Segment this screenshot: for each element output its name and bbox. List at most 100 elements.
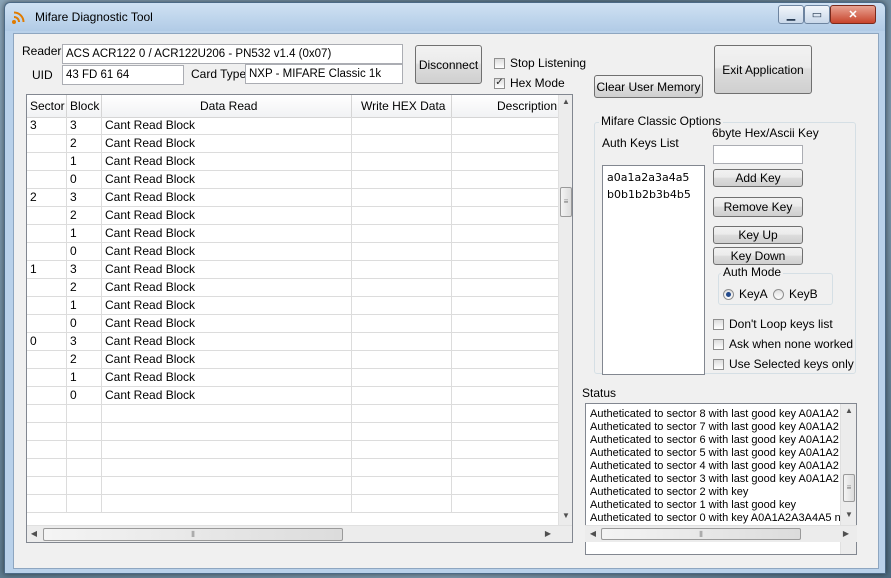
cell-sector[interactable]: 3 <box>27 117 67 135</box>
cell-write-hex[interactable] <box>352 369 452 387</box>
table-row[interactable]: 1 3 Cant Read Block <box>27 261 559 279</box>
cell-data-read[interactable]: Cant Read Block <box>102 243 352 261</box>
cell-sector[interactable] <box>27 387 67 405</box>
key-up-button[interactable]: Key Up <box>713 226 803 244</box>
cell-data-read[interactable]: Cant Read Block <box>102 297 352 315</box>
table-row[interactable]: 0 Cant Read Block <box>27 243 559 261</box>
table-row[interactable]: 0 Cant Read Block <box>27 315 559 333</box>
status-scroll-thumb[interactable]: ≡ <box>843 474 855 502</box>
key-input-field[interactable] <box>713 145 803 164</box>
cell-description[interactable] <box>452 477 559 495</box>
cell-data-read[interactable] <box>102 423 352 441</box>
cell-data-read[interactable]: Cant Read Block <box>102 171 352 189</box>
cell-sector[interactable]: 1 <box>27 261 67 279</box>
table-row[interactable]: 0 Cant Read Block <box>27 387 559 405</box>
cell-description[interactable] <box>452 441 559 459</box>
cell-block[interactable]: 3 <box>67 189 102 207</box>
header-data-read[interactable]: Data Read <box>102 95 352 117</box>
status-horizontal-scrollbar[interactable]: ◀ ⦀ ▶ <box>585 525 857 542</box>
cell-sector[interactable] <box>27 459 67 477</box>
grid-hscroll-thumb[interactable]: ⦀ <box>43 528 343 541</box>
cell-block[interactable] <box>67 423 102 441</box>
table-row[interactable] <box>27 423 559 441</box>
cell-sector[interactable] <box>27 243 67 261</box>
cell-description[interactable] <box>452 279 559 297</box>
table-row[interactable] <box>27 495 559 513</box>
status-scroll-right-arrow[interactable]: ▶ <box>841 529 851 538</box>
cell-write-hex[interactable] <box>352 297 452 315</box>
cell-data-read[interactable]: Cant Read Block <box>102 189 352 207</box>
exit-application-button[interactable]: Exit Application <box>714 45 812 94</box>
cell-write-hex[interactable] <box>352 243 452 261</box>
cell-sector[interactable] <box>27 441 67 459</box>
cell-block[interactable] <box>67 495 102 513</box>
auth-keys-listbox[interactable]: a0a1a2a3a4a5 b0b1b2b3b4b5 <box>602 165 705 375</box>
cell-block[interactable]: 0 <box>67 387 102 405</box>
cell-write-hex[interactable] <box>352 351 452 369</box>
table-row[interactable]: 1 Cant Read Block <box>27 369 559 387</box>
cell-data-read[interactable] <box>102 441 352 459</box>
dont-loop-box[interactable] <box>713 318 724 330</box>
cell-block[interactable] <box>67 477 102 495</box>
cell-block[interactable]: 1 <box>67 369 102 387</box>
cell-sector[interactable] <box>27 279 67 297</box>
cell-description[interactable] <box>452 369 559 387</box>
cell-write-hex[interactable] <box>352 225 452 243</box>
header-description[interactable]: Description <box>452 95 559 117</box>
table-row[interactable] <box>27 405 559 423</box>
remove-key-button[interactable]: Remove Key <box>713 197 803 217</box>
table-row[interactable]: 1 Cant Read Block <box>27 297 559 315</box>
minimize-button[interactable]: ▁ <box>778 5 804 24</box>
key-b-radio[interactable]: KeyB <box>773 287 818 301</box>
cell-data-read[interactable] <box>102 477 352 495</box>
cell-description[interactable] <box>452 207 559 225</box>
table-row[interactable] <box>27 441 559 459</box>
cell-write-hex[interactable] <box>352 315 452 333</box>
cell-block[interactable]: 3 <box>67 261 102 279</box>
key-b-radio-dot[interactable] <box>773 288 784 300</box>
stop-listening-checkbox[interactable]: Stop Listening <box>494 56 586 70</box>
maximize-button[interactable]: ▭ <box>804 5 830 24</box>
cell-write-hex[interactable] <box>352 495 452 513</box>
grid-scroll-thumb[interactable]: ≡ <box>560 187 572 217</box>
status-scroll-up-arrow[interactable]: ▲ <box>841 406 856 415</box>
cell-write-hex[interactable] <box>352 405 452 423</box>
cell-description[interactable] <box>452 225 559 243</box>
cell-description[interactable] <box>452 153 559 171</box>
cell-data-read[interactable] <box>102 405 352 423</box>
cell-sector[interactable] <box>27 315 67 333</box>
cell-block[interactable] <box>67 441 102 459</box>
cell-data-read[interactable]: Cant Read Block <box>102 207 352 225</box>
cell-description[interactable] <box>452 351 559 369</box>
cell-description[interactable] <box>452 333 559 351</box>
scroll-up-arrow[interactable]: ▲ <box>559 97 572 106</box>
cell-write-hex[interactable] <box>352 207 452 225</box>
table-row[interactable] <box>27 477 559 495</box>
table-row[interactable]: 0 Cant Read Block <box>27 171 559 189</box>
cell-sector[interactable] <box>27 423 67 441</box>
status-hscroll-thumb[interactable]: ⦀ <box>601 528 801 540</box>
cell-data-read[interactable]: Cant Read Block <box>102 135 352 153</box>
key-a-radio-dot[interactable] <box>723 288 734 300</box>
cell-block[interactable]: 2 <box>67 135 102 153</box>
cell-description[interactable] <box>452 459 559 477</box>
reader-field[interactable]: ACS ACR122 0 / ACR122U206 - PN532 v1.4 (… <box>62 44 403 64</box>
cell-data-read[interactable]: Cant Read Block <box>102 351 352 369</box>
title-bar[interactable]: Mifare Diagnostic Tool ▁ ▭ ✕ <box>5 3 885 31</box>
ask-when-none-box[interactable] <box>713 338 724 350</box>
cell-sector[interactable] <box>27 135 67 153</box>
cell-description[interactable] <box>452 495 559 513</box>
cell-block[interactable]: 2 <box>67 351 102 369</box>
cell-sector[interactable] <box>27 495 67 513</box>
add-key-button[interactable]: Add Key <box>713 169 803 187</box>
cell-block[interactable] <box>67 459 102 477</box>
key-list-item[interactable]: a0a1a2a3a4a5 <box>603 169 704 186</box>
table-row[interactable]: 3 3 Cant Read Block <box>27 117 559 135</box>
cell-sector[interactable]: 2 <box>27 189 67 207</box>
hex-mode-checkbox[interactable]: ✓ Hex Mode <box>494 76 565 90</box>
cell-data-read[interactable]: Cant Read Block <box>102 117 352 135</box>
scroll-right-arrow[interactable]: ▶ <box>543 529 553 538</box>
table-row[interactable] <box>27 459 559 477</box>
table-row[interactable]: 2 Cant Read Block <box>27 279 559 297</box>
cell-data-read[interactable]: Cant Read Block <box>102 387 352 405</box>
